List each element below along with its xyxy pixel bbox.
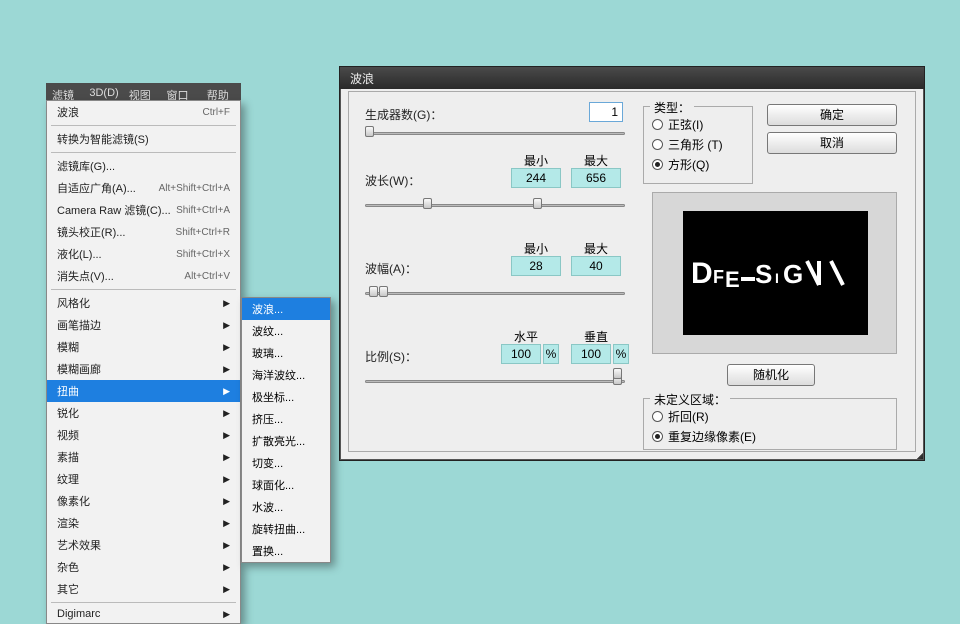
scale-h[interactable]: 100 bbox=[501, 344, 541, 364]
menu-item[interactable]: 艺术效果▶ bbox=[47, 534, 240, 556]
cancel-button[interactable]: 取消 bbox=[767, 132, 897, 154]
menu-item[interactable]: 画笔描边▶ bbox=[47, 314, 240, 336]
amplitude-max-label: 最大 bbox=[571, 240, 621, 257]
svg-text:E: E bbox=[725, 267, 741, 292]
chevron-right-icon: ▶ bbox=[223, 518, 230, 529]
scale-v-pct: % bbox=[613, 344, 629, 364]
menu-item[interactable]: 扭曲▶ bbox=[47, 380, 240, 402]
menu-item[interactable]: 转换为智能滤镜(S) bbox=[47, 128, 240, 150]
scale-v-label: 垂直 bbox=[571, 328, 621, 345]
chevron-right-icon: ▶ bbox=[223, 540, 230, 551]
menu-item[interactable]: 模糊画廊▶ bbox=[47, 358, 240, 380]
amplitude-min[interactable]: 28 bbox=[511, 256, 561, 276]
menu-item[interactable]: 锐化▶ bbox=[47, 402, 240, 424]
menu-item[interactable]: 消失点(V)...Alt+Ctrl+V bbox=[47, 265, 240, 287]
menu-item[interactable]: Digimarc▶ bbox=[47, 605, 240, 623]
menu-item[interactable]: 其它▶ bbox=[47, 578, 240, 600]
menu-item[interactable]: 滤镜库(G)... bbox=[47, 155, 240, 177]
wavelength-min-label: 最小 bbox=[511, 152, 561, 169]
scale-slider[interactable] bbox=[365, 376, 625, 388]
submenu-item[interactable]: 波浪... bbox=[242, 298, 330, 320]
submenu-item[interactable]: 海洋波纹... bbox=[242, 364, 330, 386]
svg-text:G: G bbox=[783, 259, 804, 289]
chevron-right-icon: ▶ bbox=[223, 430, 230, 441]
wavelength-slider[interactable] bbox=[365, 200, 625, 212]
menu-item[interactable]: 像素化▶ bbox=[47, 490, 240, 512]
chevron-right-icon: ▶ bbox=[223, 364, 230, 375]
submenu-item[interactable]: 极坐标... bbox=[242, 386, 330, 408]
chevron-right-icon: ▶ bbox=[223, 496, 230, 507]
submenu-item[interactable]: 玻璃... bbox=[242, 342, 330, 364]
menu-item[interactable]: 视频▶ bbox=[47, 424, 240, 446]
amplitude-slider[interactable] bbox=[365, 288, 625, 300]
submenu-item[interactable]: 置换... bbox=[242, 540, 330, 562]
radio-wrap[interactable]: 折回(R) bbox=[652, 408, 888, 425]
radio-square[interactable]: 方形(Q) bbox=[652, 156, 744, 173]
svg-text:D: D bbox=[691, 257, 712, 290]
menu-item[interactable]: 镜头校正(R)...Shift+Ctrl+R bbox=[47, 221, 240, 243]
scale-h-pct: % bbox=[543, 344, 559, 364]
submenu-item[interactable]: 波纹... bbox=[242, 320, 330, 342]
menu-item[interactable]: 自适应广角(A)...Alt+Shift+Ctrl+A bbox=[47, 177, 240, 199]
chevron-right-icon: ▶ bbox=[223, 342, 230, 353]
menu-item[interactable]: Camera Raw 滤镜(C)...Shift+Ctrl+A bbox=[47, 199, 240, 221]
dialog-title: 波浪 bbox=[340, 67, 924, 89]
randomize-button[interactable]: 随机化 bbox=[727, 364, 815, 386]
wavelength-max[interactable]: 656 bbox=[571, 168, 621, 188]
menu-item[interactable]: 纹理▶ bbox=[47, 468, 240, 490]
menu-item[interactable]: 模糊▶ bbox=[47, 336, 240, 358]
generator-label: 生成器数(G)： bbox=[365, 106, 442, 123]
preview-box: D F E S I G bbox=[652, 192, 897, 354]
svg-text:I: I bbox=[775, 270, 780, 286]
chevron-right-icon: ▶ bbox=[223, 408, 230, 419]
menu-item[interactable]: 波浪Ctrl+F bbox=[47, 101, 240, 123]
scale-v[interactable]: 100 bbox=[571, 344, 611, 364]
scale-label: 比例(S)： bbox=[365, 348, 417, 365]
chevron-right-icon: ▶ bbox=[223, 320, 230, 331]
chevron-right-icon: ▶ bbox=[223, 298, 230, 309]
generator-slider[interactable] bbox=[365, 128, 625, 140]
type-legend: 类型： bbox=[650, 99, 694, 116]
chevron-right-icon: ▶ bbox=[223, 452, 230, 463]
amplitude-min-label: 最小 bbox=[511, 240, 561, 257]
submenu-item[interactable]: 球面化... bbox=[242, 474, 330, 496]
filter-menu: 波浪Ctrl+F 转换为智能滤镜(S) 滤镜库(G)...自适应广角(A)...Al… bbox=[46, 100, 241, 624]
svg-text:S: S bbox=[755, 259, 773, 289]
ok-button[interactable]: 确定 bbox=[767, 104, 897, 126]
chevron-right-icon: ▶ bbox=[223, 584, 230, 595]
menu-item[interactable]: 风格化▶ bbox=[47, 292, 240, 314]
wavelength-max-label: 最大 bbox=[571, 152, 621, 169]
submenu-item[interactable]: 切变... bbox=[242, 452, 330, 474]
scale-h-label: 水平 bbox=[501, 328, 551, 345]
dialog-body: 生成器数(G)： 1 最小 最大 波长(W)： 244 656 最小 最大 波幅… bbox=[348, 91, 916, 452]
wavelength-label: 波长(W)： bbox=[365, 172, 420, 189]
menu-item[interactable]: 素描▶ bbox=[47, 446, 240, 468]
chevron-right-icon: ▶ bbox=[223, 386, 230, 397]
wave-dialog: 波浪 生成器数(G)： 1 最小 最大 波长(W)： 244 656 最小 最大… bbox=[339, 66, 925, 461]
chevron-right-icon: ▶ bbox=[223, 562, 230, 573]
undefined-legend: 未定义区域： bbox=[650, 391, 730, 408]
radio-triangle[interactable]: 三角形 (T) bbox=[652, 136, 744, 153]
radio-sine[interactable]: 正弦(I) bbox=[652, 116, 744, 133]
amplitude-max[interactable]: 40 bbox=[571, 256, 621, 276]
chevron-right-icon: ▶ bbox=[223, 474, 230, 485]
submenu-item[interactable]: 扩散亮光... bbox=[242, 430, 330, 452]
generator-input[interactable]: 1 bbox=[589, 102, 623, 122]
undefined-group: 未定义区域： 折回(R) 重复边缘像素(E) bbox=[643, 398, 897, 450]
amplitude-label: 波幅(A)： bbox=[365, 260, 417, 277]
svg-text:F: F bbox=[713, 267, 725, 287]
menu-item[interactable]: 杂色▶ bbox=[47, 556, 240, 578]
menu-item[interactable]: 液化(L)...Shift+Ctrl+X bbox=[47, 243, 240, 265]
preview-image: D F E S I G bbox=[683, 211, 868, 335]
menu-item[interactable]: 渲染▶ bbox=[47, 512, 240, 534]
submenu-item[interactable]: 旋转扭曲... bbox=[242, 518, 330, 540]
submenu-item[interactable]: 挤压... bbox=[242, 408, 330, 430]
chevron-right-icon: ▶ bbox=[223, 609, 230, 620]
type-group: 类型： 正弦(I) 三角形 (T) 方形(Q) bbox=[643, 106, 753, 184]
distort-submenu: 波浪...波纹...玻璃...海洋波纹...极坐标...挤压...扩散亮光...… bbox=[241, 297, 331, 563]
wavelength-min[interactable]: 244 bbox=[511, 168, 561, 188]
submenu-item[interactable]: 水波... bbox=[242, 496, 330, 518]
radio-repeat-edge[interactable]: 重复边缘像素(E) bbox=[652, 428, 888, 445]
